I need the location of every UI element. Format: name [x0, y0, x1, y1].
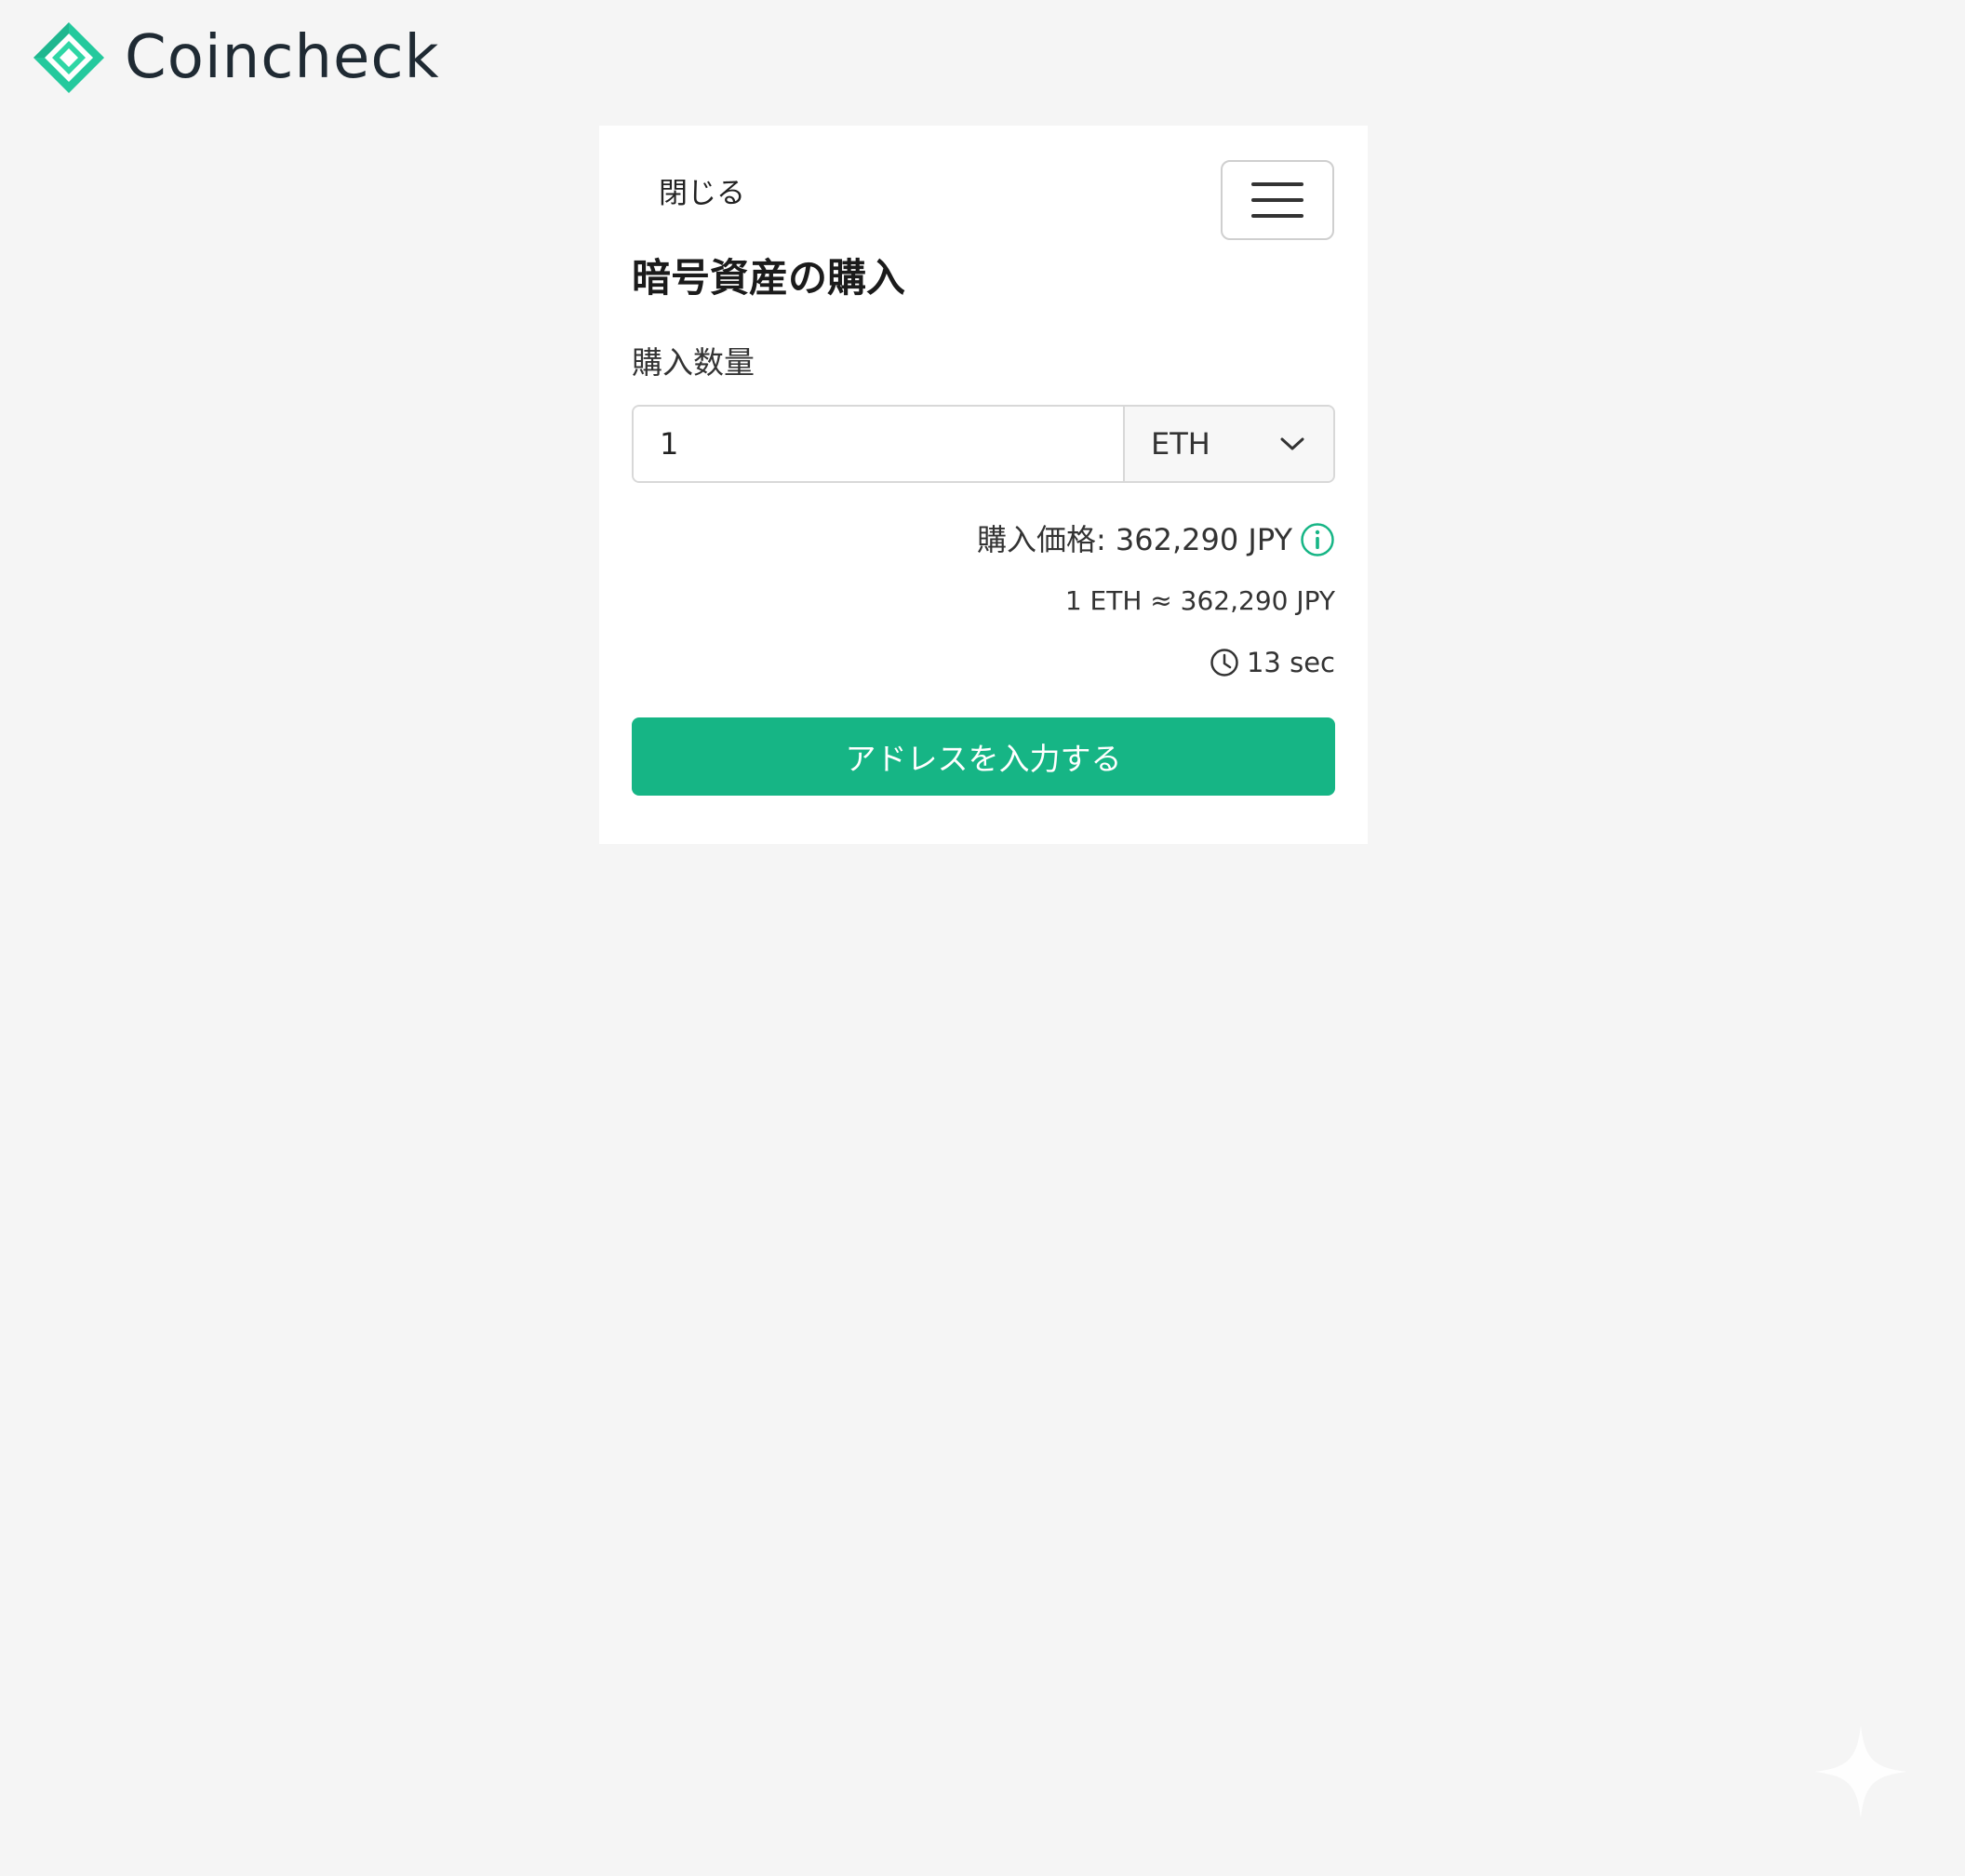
clock-icon — [1210, 648, 1239, 677]
amount-input[interactable] — [634, 407, 1123, 481]
info-icon[interactable] — [1300, 522, 1335, 557]
hamburger-menu-icon — [1251, 182, 1303, 218]
page-title: 暗号資産の購入 — [632, 255, 906, 301]
close-link[interactable]: 閉じる — [659, 180, 745, 208]
brand-name: Coincheck — [125, 23, 440, 92]
purchase-price-text: 購入価格: 362,290 JPY — [976, 522, 1292, 557]
currency-selected-value: ETH — [1151, 426, 1210, 462]
chevron-down-icon — [1279, 436, 1305, 452]
quote-timer: 13 sec — [1210, 648, 1335, 677]
coincheck-logo-icon — [33, 22, 104, 93]
timer-text: 13 sec — [1246, 646, 1335, 678]
amount-input-group: ETH — [632, 405, 1335, 483]
purchase-card: 閉じる 暗号資産の購入 購入数量 ETH 購入価格: 362,290 JPY — [599, 126, 1368, 844]
brand-logo[interactable]: Coincheck — [32, 20, 440, 95]
sparkle-icon — [1814, 1725, 1907, 1818]
exchange-rate-text: 1 ETH ≈ 362,290 JPY — [1064, 585, 1335, 616]
menu-button[interactable] — [1221, 160, 1334, 240]
amount-label: 購入数量 — [632, 344, 755, 381]
currency-select[interactable]: ETH — [1123, 407, 1333, 481]
purchase-price-row: 購入価格: 362,290 JPY — [977, 522, 1335, 557]
enter-address-button[interactable]: アドレスを入力する — [632, 717, 1335, 796]
